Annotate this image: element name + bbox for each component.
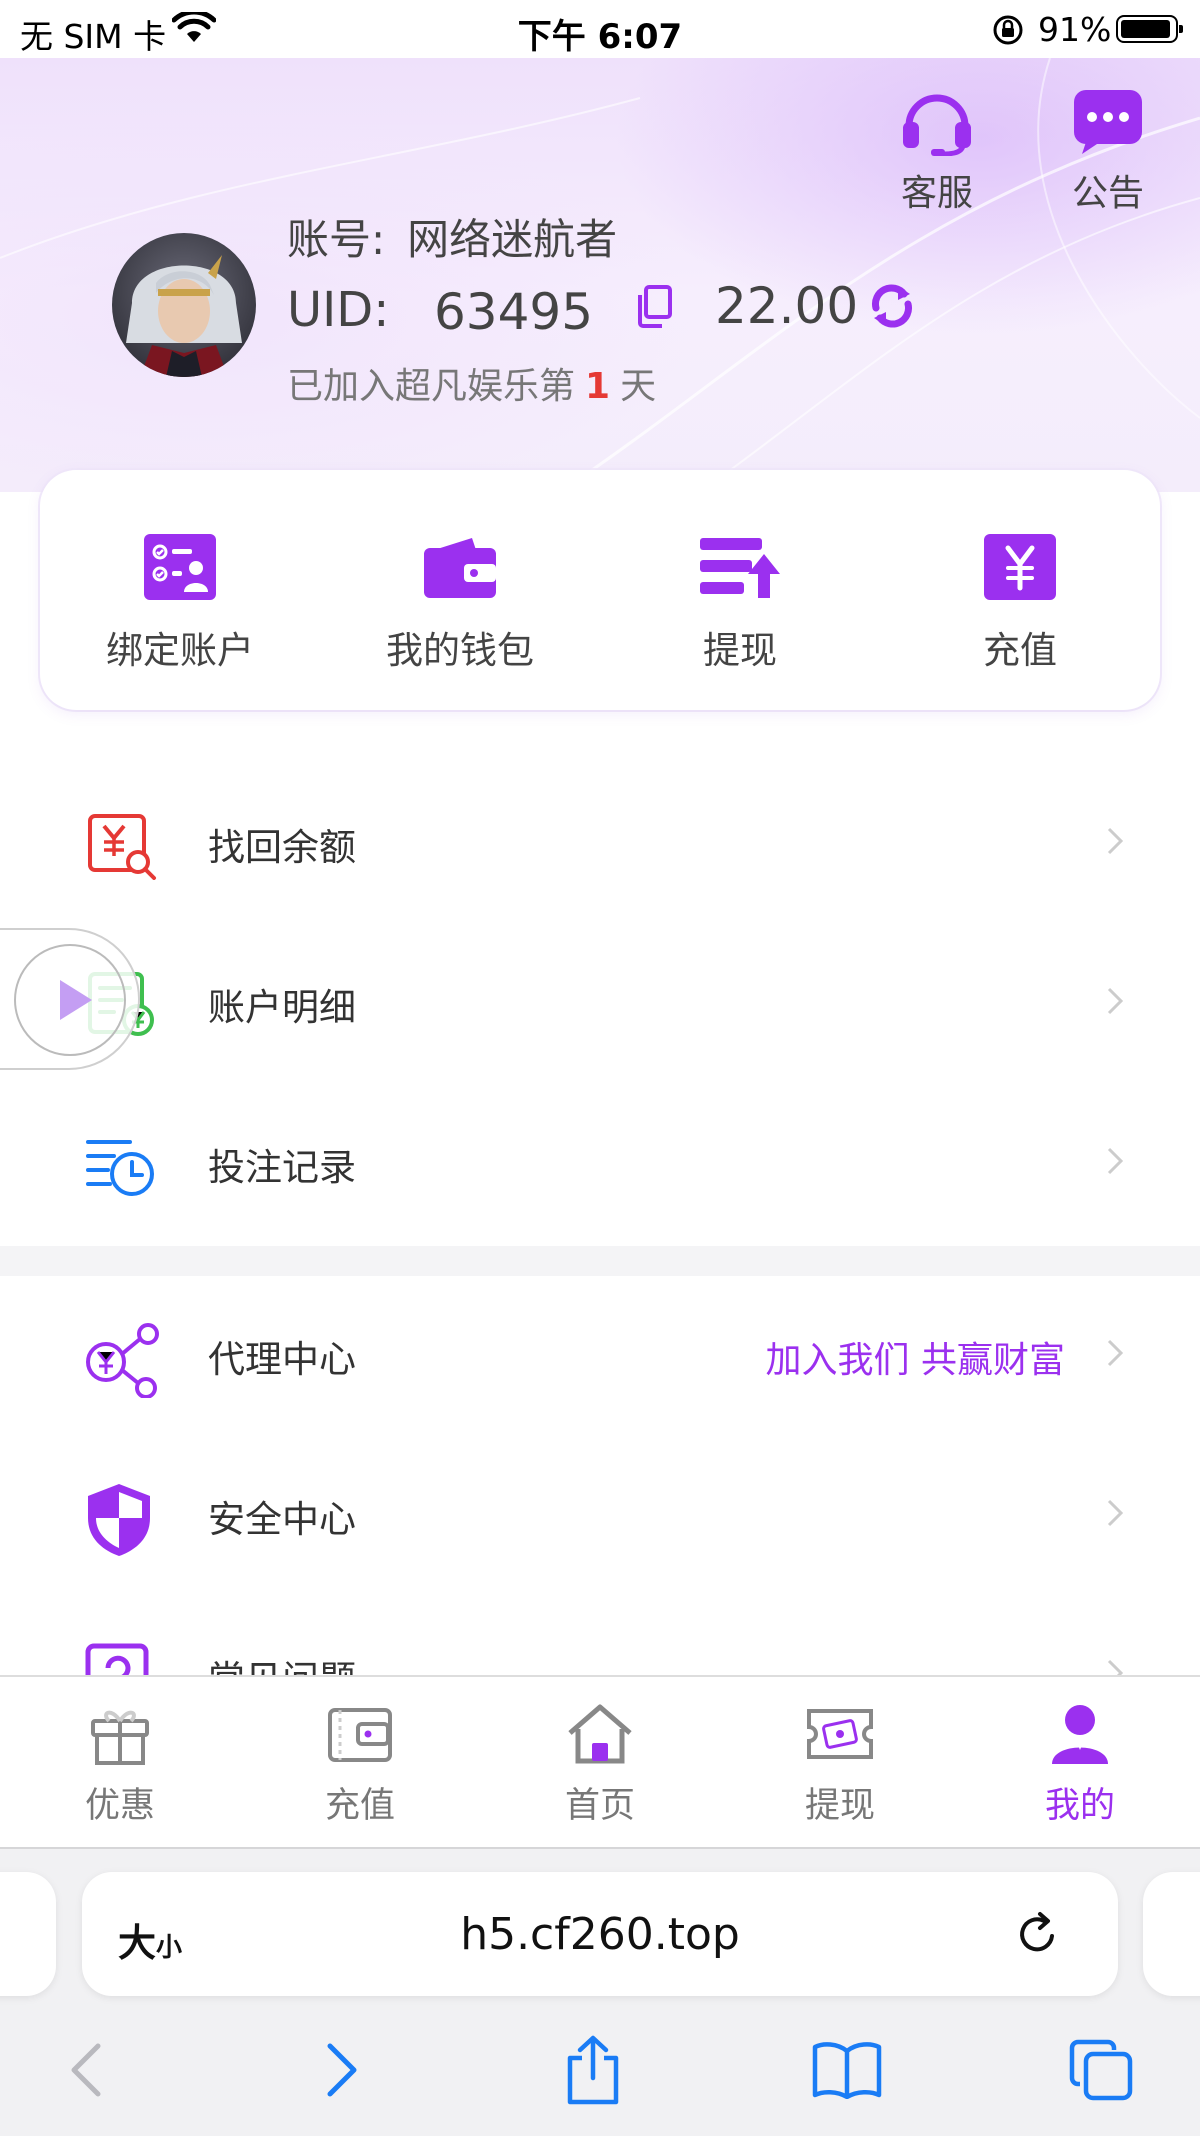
uid-label: UID:	[287, 282, 390, 338]
tab-withdraw[interactable]: 提现	[720, 1677, 960, 1849]
home-icon	[480, 1701, 720, 1767]
book-icon	[811, 2041, 883, 2103]
status-bar: 无 SIM 卡 下午 6:07 91%	[0, 0, 1200, 58]
chevron-right-icon	[1106, 1498, 1124, 1532]
floating-play-button[interactable]	[0, 928, 140, 1070]
bind-account-label: 绑定账户	[106, 629, 254, 672]
chevron-right-icon	[1106, 826, 1124, 860]
orientation-lock-icon	[991, 14, 1025, 50]
bind-account-icon	[40, 530, 320, 604]
user-icon	[960, 1701, 1200, 1767]
tab-label: 充值	[324, 1786, 395, 1826]
quick-actions-card: 绑定账户 我的钱包 提现 充值	[40, 470, 1160, 710]
menu-item-recover-balance[interactable]: 找回余额	[0, 764, 1200, 924]
tab-label: 优惠	[84, 1786, 155, 1826]
account-label: 账号:	[287, 215, 386, 264]
withdraw-label: 提现	[703, 629, 777, 672]
battery-icon	[1116, 15, 1183, 43]
menu-item-agent-center[interactable]: 代理中心 加入我们 共赢财富	[0, 1276, 1200, 1436]
customer-service-label: 客服	[900, 173, 973, 214]
url-text[interactable]: h5.cf260.top	[82, 1909, 1118, 1960]
tab-label: 我的	[1044, 1786, 1115, 1826]
previous-tab-preview[interactable]	[0, 1872, 56, 1996]
chevron-right-icon	[1106, 986, 1124, 1020]
joined-suffix: 天	[620, 366, 657, 407]
chevron-left-icon	[68, 2042, 102, 2102]
address-bar[interactable]: 大小 h5.cf260.top	[82, 1872, 1118, 1996]
tab-mine[interactable]: 我的	[960, 1677, 1200, 1849]
customer-service-button[interactable]: 客服	[882, 88, 992, 216]
bottom-tab-bar: 优惠 充值 首页 提现 我的	[0, 1675, 1200, 1849]
chevron-right-icon	[326, 2042, 360, 2102]
withdraw-icon	[600, 530, 880, 604]
menu-label: 投注记录	[208, 1146, 356, 1189]
chat-bubble-icon	[1053, 88, 1163, 160]
menu-label: 找回余额	[208, 826, 356, 869]
back-button[interactable]	[40, 2032, 130, 2112]
tabs-button[interactable]	[1056, 2032, 1146, 2112]
menu-item-bet-record[interactable]: 投注记录	[0, 1084, 1200, 1244]
my-wallet-label: 我的钱包	[386, 629, 534, 672]
agent-icon	[84, 1322, 159, 1399]
play-icon	[14, 944, 126, 1056]
menu-label: 代理中心	[208, 1338, 356, 1381]
tab-home[interactable]: 首页	[480, 1677, 720, 1849]
section-divider	[0, 1246, 1200, 1276]
notice-label: 公告	[1071, 173, 1144, 214]
withdraw-tab-icon	[720, 1701, 960, 1767]
tab-label: 提现	[804, 1786, 875, 1826]
recover-balance-icon	[84, 810, 158, 880]
uid-value: 63495	[434, 283, 594, 341]
menu-item-security-center[interactable]: 安全中心	[0, 1436, 1200, 1596]
forward-button[interactable]	[298, 2032, 388, 2112]
bind-account-button[interactable]: 绑定账户	[40, 470, 320, 710]
wallet-tab-icon	[240, 1701, 480, 1767]
menu-label: 安全中心	[208, 1498, 356, 1541]
share-icon	[564, 2034, 622, 2110]
joined-days-line: 已加入超凡娱乐第 1 天	[287, 357, 656, 409]
agent-promo-text: 加入我们 共赢财富	[765, 1340, 1065, 1381]
chevron-right-icon	[1106, 1338, 1124, 1372]
notice-button[interactable]: 公告	[1053, 88, 1163, 216]
headset-icon	[882, 88, 992, 160]
refresh-icon[interactable]	[868, 284, 916, 332]
balance-amount: 22.00	[715, 277, 859, 335]
bet-record-icon	[84, 1130, 158, 1200]
menu-item-account-details[interactable]: 账户明细	[0, 924, 1200, 1084]
share-button[interactable]	[548, 2032, 638, 2112]
tab-recharge[interactable]: 充值	[240, 1677, 480, 1849]
recharge-button[interactable]: 充值	[880, 470, 1160, 710]
copy-icon[interactable]	[634, 285, 672, 333]
gift-icon	[0, 1701, 240, 1767]
wallet-icon	[320, 530, 600, 604]
withdraw-button[interactable]: 提现	[600, 470, 880, 710]
browser-toolbar: 大小 h5.cf260.top	[0, 1847, 1200, 2136]
joined-prefix: 已加入超凡娱乐第	[287, 366, 576, 407]
chevron-right-icon	[1106, 1146, 1124, 1180]
shield-icon	[84, 1482, 158, 1556]
menu-label: 账户明细	[208, 986, 356, 1029]
tab-promotions[interactable]: 优惠	[0, 1677, 240, 1849]
joined-days-count: 1	[585, 366, 611, 407]
battery-percent: 91%	[1038, 10, 1112, 49]
recharge-label: 充值	[983, 629, 1057, 672]
next-tab-preview[interactable]	[1143, 1872, 1200, 1996]
tabs-icon	[1068, 2038, 1134, 2106]
tab-label: 首页	[564, 1786, 635, 1826]
avatar[interactable]	[112, 233, 256, 377]
account-line: 账号: 网络迷航者	[287, 206, 617, 267]
reload-icon[interactable]	[1014, 1910, 1062, 1962]
my-wallet-button[interactable]: 我的钱包	[320, 470, 600, 710]
recharge-yen-icon	[880, 530, 1160, 604]
account-name: 网络迷航者	[407, 215, 618, 264]
bookmarks-button[interactable]	[802, 2032, 892, 2112]
